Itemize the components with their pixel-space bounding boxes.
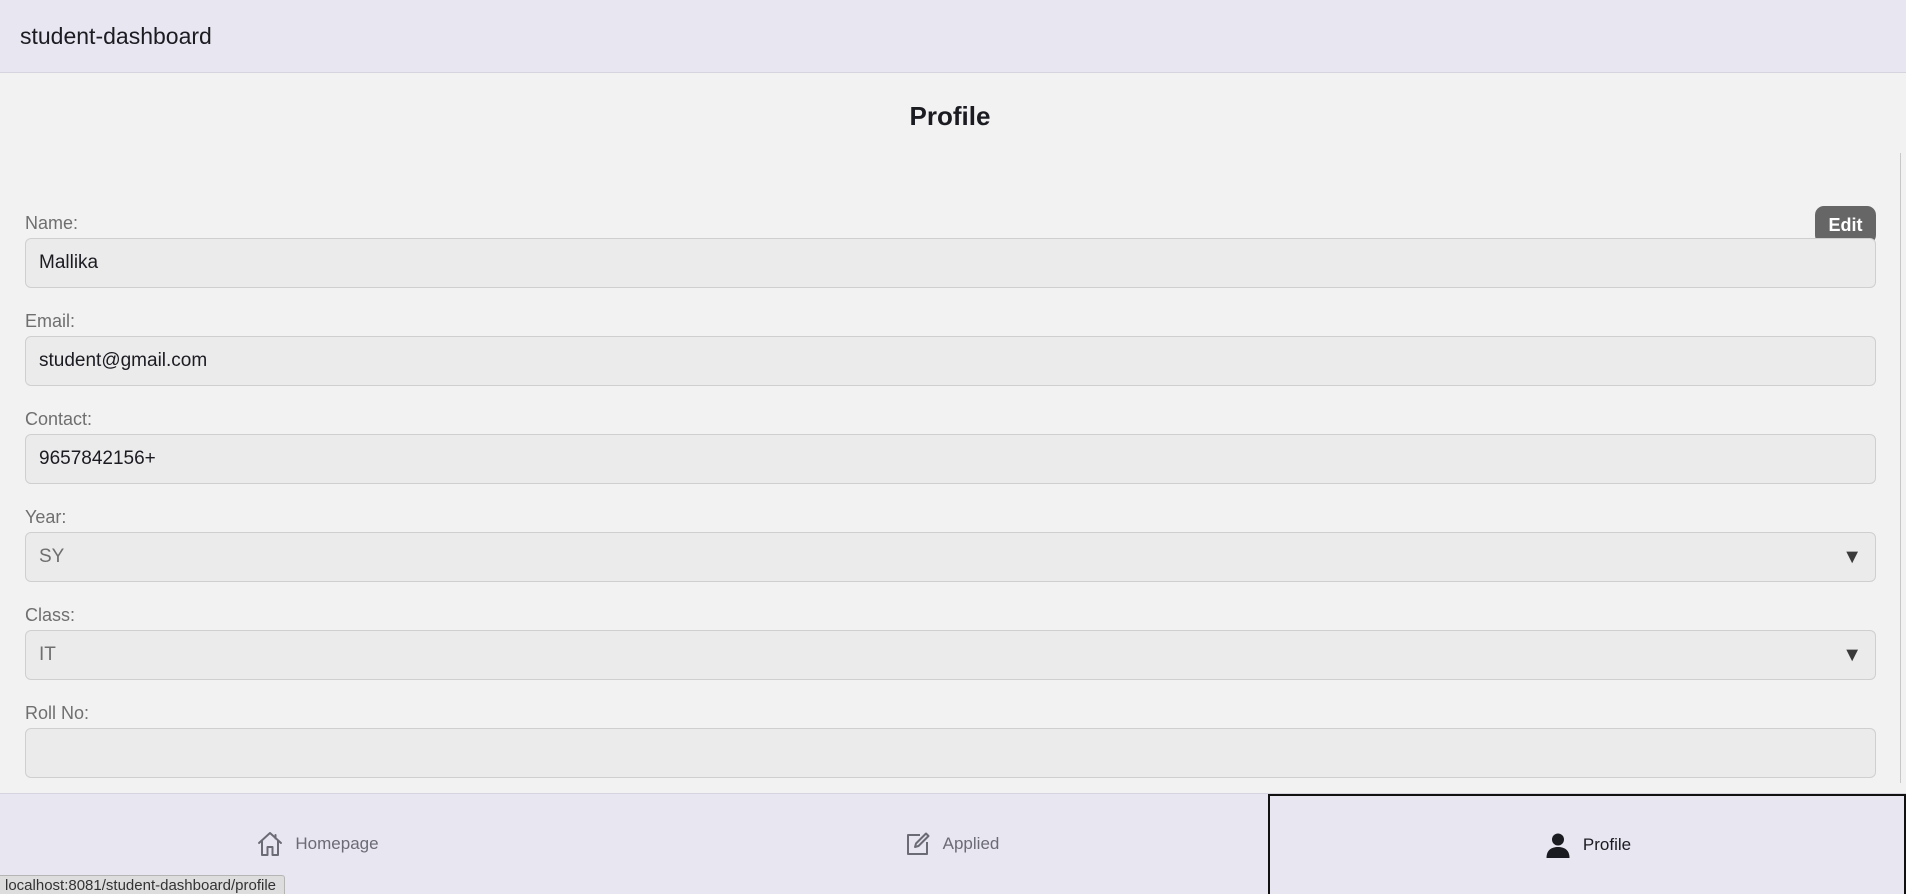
email-value: student@gmail.com	[39, 350, 208, 371]
bottom-nav: Homepage Applied Profile	[0, 793, 1906, 894]
email-input[interactable]: student@gmail.com	[25, 336, 1876, 386]
roll-field: Roll No:	[25, 702, 1876, 778]
edit-square-icon	[906, 832, 930, 855]
year-select[interactable]: SY ▼	[25, 532, 1876, 582]
nav-label-applied: Applied	[942, 834, 1000, 853]
chevron-down-icon: ▼	[1842, 545, 1862, 568]
nav-label-profile: Profile	[1582, 835, 1632, 854]
year-label: Year:	[25, 507, 67, 527]
contact-field: Contact: 9657842156+	[25, 408, 1876, 484]
name-value: Mallika	[39, 252, 99, 273]
profile-content[interactable]: Profile Edit Name: Mallika Email: studen…	[0, 73, 1906, 793]
page-title: Profile	[909, 101, 991, 131]
app-header: student-dashboard	[0, 0, 1906, 73]
class-value: IT	[39, 644, 56, 665]
email-field: Email: student@gmail.com	[25, 310, 1876, 386]
contact-input[interactable]: 9657842156+	[25, 434, 1876, 484]
scrollbar[interactable]	[1900, 153, 1906, 783]
name-input[interactable]: Mallika	[25, 238, 1876, 288]
class-field: Class: IT ▼	[25, 604, 1876, 680]
contact-label: Contact:	[25, 409, 93, 429]
roll-label: Roll No:	[25, 703, 90, 723]
roll-input[interactable]	[25, 728, 1876, 778]
home-icon	[258, 832, 283, 856]
class-label: Class:	[25, 605, 76, 625]
name-label: Name:	[25, 213, 79, 233]
person-icon	[1546, 833, 1570, 858]
chevron-down-icon: ▼	[1842, 643, 1862, 666]
email-label: Email:	[25, 311, 76, 331]
year-value: SY	[39, 546, 65, 567]
status-bar-url: localhost:8081/student-dashboard/profile	[0, 875, 286, 894]
class-select[interactable]: IT ▼	[25, 630, 1876, 680]
app-title: student-dashboard	[20, 22, 212, 49]
nav-label-homepage: Homepage	[295, 834, 379, 853]
nav-item-profile[interactable]: Profile	[1268, 794, 1906, 894]
name-field: Name: Mallika	[25, 212, 1876, 288]
contact-value: 9657842156+	[39, 448, 156, 469]
nav-item-applied[interactable]: Applied	[634, 794, 1268, 894]
year-field: Year: SY ▼	[25, 506, 1876, 582]
